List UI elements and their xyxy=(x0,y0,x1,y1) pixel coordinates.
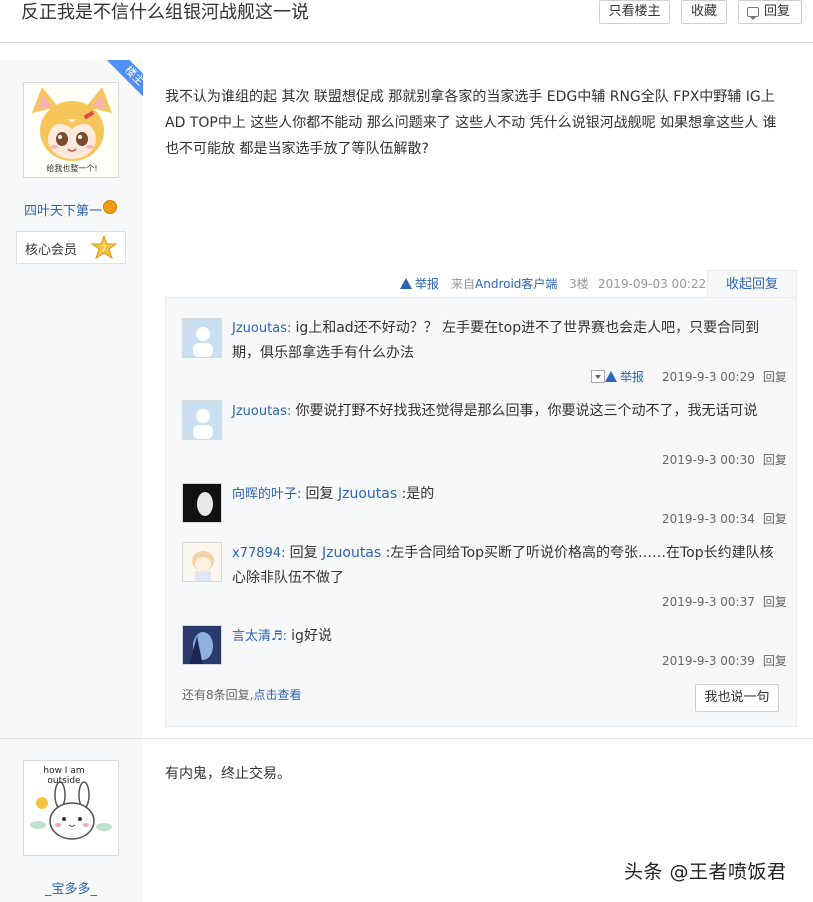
comment-meta: 2019-9-3 00:39 回复 xyxy=(662,652,787,670)
comment-time: 2019-9-3 00:39 xyxy=(662,654,755,668)
comment-meta: 2019-9-3 00:29 回复 xyxy=(662,368,787,386)
warning-icon xyxy=(400,278,412,289)
comment-avatar[interactable] xyxy=(182,400,222,440)
comment-reply-link[interactable]: 回复 xyxy=(763,512,787,526)
dark-avatar-image xyxy=(183,484,221,522)
favorite-button[interactable]: 收藏 xyxy=(681,0,727,24)
more-replies-link[interactable]: 点击查看 xyxy=(253,688,301,702)
comment-report-label: 举报 xyxy=(620,370,645,384)
comment-body: ig上和ad还不好动？？ 左手要在top进不了世界赛也会走人吧，只要合同到期，俱… xyxy=(232,320,760,361)
pumpkin-icon xyxy=(103,200,117,214)
comment-avatar[interactable] xyxy=(182,483,222,523)
author-username[interactable]: 四叶天下第一 xyxy=(24,200,102,219)
client-link[interactable]: Android客户端 xyxy=(475,277,557,291)
comment-text: Jzuoutas: 你要说打野不好找我还觉得是那么回事，你要说这三个动不了，我无… xyxy=(232,403,758,419)
dropdown-icon[interactable] xyxy=(591,370,605,383)
post-content: 有内鬼，终止交易。 xyxy=(165,766,291,782)
post-content: 我不认为谁组的起 其次 联盟想促成 那就别拿各家的当家选手 EDG中辅 RNG全… xyxy=(165,89,777,157)
reply-button-label: 回复 xyxy=(763,4,790,19)
reply-icon xyxy=(747,7,759,20)
report-link[interactable]: 举报 xyxy=(400,270,439,298)
avatar-caption: how I am outside xyxy=(43,766,85,786)
comment-text: x77894: 回复 Jzuoutas :左手合同给Top买断了听说价格高的夸张… xyxy=(232,545,774,586)
comment-body: :是的 xyxy=(401,486,435,502)
avatar[interactable]: 给我也整一个! xyxy=(23,82,119,178)
comment-meta: 2019-9-3 00:37 回复 xyxy=(662,593,787,611)
warning-icon xyxy=(605,371,617,382)
comment-body: 你要说打野不好找我还觉得是那么回事，你要说这三个动不了，我无话可说 xyxy=(295,403,758,419)
member-level: 7 xyxy=(101,244,107,255)
comment-body: ig好说 xyxy=(291,628,332,644)
comment-username[interactable]: Jzuoutas xyxy=(232,404,287,419)
comment-reply-link[interactable]: 回复 xyxy=(763,370,787,384)
add-comment-button[interactable]: 我也说一句 xyxy=(695,684,779,712)
reply-button[interactable]: 回复 xyxy=(738,0,802,24)
member-label: 核心会员 xyxy=(25,243,78,258)
post-divider xyxy=(0,738,813,739)
comment-text: 言太清♬: ig好说 xyxy=(232,628,332,644)
default-avatar-image xyxy=(183,401,221,439)
comment-time: 2019-9-3 00:37 xyxy=(662,595,755,609)
more-replies-count: 还有8条回复, xyxy=(182,688,254,702)
post-source: 来自Android客户端 xyxy=(451,270,557,298)
avatar[interactable]: how I am outside xyxy=(23,760,119,856)
thread-title: 反正我是不信什么组银河战舰这一说 xyxy=(21,2,309,23)
thread-header: 反正我是不信什么组银河战舰这一说 只看楼主 收藏 回复 xyxy=(0,0,813,43)
comment-reply-target[interactable]: Jzuoutas xyxy=(322,545,381,561)
comment-time: 2019-9-3 00:29 xyxy=(662,370,755,384)
comment-username[interactable]: 言太清♬ xyxy=(232,629,283,644)
post-time: 2019-09-03 00:22 xyxy=(598,277,707,291)
comment-time: 2019-9-3 00:34 xyxy=(662,512,755,526)
comment-reply-target[interactable]: Jzuoutas xyxy=(338,486,397,502)
source-prefix: 来自 xyxy=(451,277,476,291)
comment-reply-word: 回复 xyxy=(289,545,318,561)
comment-time: 2019-9-3 00:30 xyxy=(662,453,755,467)
default-avatar-image xyxy=(183,319,221,357)
level-star-icon: 7 xyxy=(91,235,117,260)
comment-text: 向晖的叶子: 回复 Jzuoutas :是的 xyxy=(232,486,435,502)
comment-avatar[interactable] xyxy=(182,625,222,665)
report-label: 举报 xyxy=(415,277,440,291)
member-badge[interactable]: 核心会员 7 xyxy=(16,231,126,264)
comment-avatar[interactable] xyxy=(182,542,222,582)
comment-report[interactable]: 举报 xyxy=(591,368,644,386)
author-username[interactable]: _宝多多_ xyxy=(45,878,97,897)
collapse-replies-tab[interactable]: 收起回复 xyxy=(707,270,797,298)
comment-username[interactable]: 向晖的叶子 xyxy=(232,487,297,502)
comment-reply-link[interactable]: 回复 xyxy=(763,654,787,668)
comment-username[interactable]: Jzuoutas xyxy=(232,321,287,336)
comment-avatar[interactable] xyxy=(182,318,222,358)
floor-number: 3楼 xyxy=(569,277,589,291)
comment-reply-word: 回复 xyxy=(305,486,334,502)
comment-meta: 2019-9-3 00:30 回复 xyxy=(662,451,787,469)
blue-avatar-image xyxy=(183,626,221,664)
more-replies: 还有8条回复,点击查看 xyxy=(182,686,301,703)
anime-avatar-image xyxy=(183,543,221,581)
watermark: 头条 @王者喷饭君 xyxy=(624,861,787,883)
comment-meta: 2019-9-3 00:34 回复 xyxy=(662,510,787,528)
comment-username[interactable]: x77894 xyxy=(232,546,281,561)
comment-text: Jzuoutas: ig上和ad还不好动？？ 左手要在top进不了世界赛也会走人… xyxy=(232,320,760,361)
avatar-caption: 给我也整一个! xyxy=(46,164,98,173)
comment-reply-link[interactable]: 回复 xyxy=(763,453,787,467)
comment-reply-link[interactable]: 回复 xyxy=(763,595,787,609)
only-op-button[interactable]: 只看楼主 xyxy=(599,0,670,24)
